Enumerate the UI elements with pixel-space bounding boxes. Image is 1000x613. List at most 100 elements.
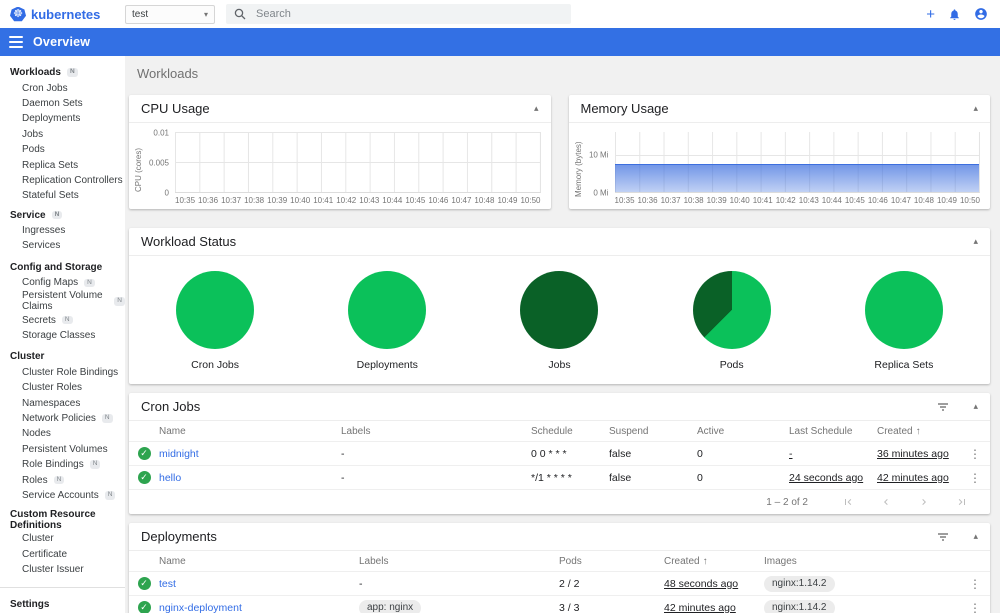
sidebar-item[interactable]: Roles N xyxy=(0,472,125,487)
menu-hamburger-icon[interactable] xyxy=(9,36,23,48)
pie-label: Pods xyxy=(719,359,744,371)
sidebar-item-label: Config Maps xyxy=(22,277,79,289)
pie-chart[interactable] xyxy=(520,271,599,349)
sidebar-item[interactable]: Workloads N xyxy=(0,65,125,80)
sidebar-item[interactable]: Persistent Volumes xyxy=(0,442,125,457)
kubernetes-logo[interactable]: ☸ kubernetes xyxy=(0,6,125,22)
sidebar-item[interactable]: Cluster xyxy=(0,531,125,546)
sidebar-item[interactable]: Cluster Role Bindings xyxy=(0,365,125,380)
sidebar-item[interactable]: Cron Jobs xyxy=(0,80,125,95)
sidebar-item[interactable]: Nodes xyxy=(0,426,125,441)
sidebar-item[interactable]: Role Bindings N xyxy=(0,457,125,472)
collapse-chevron-icon[interactable]: ▴ xyxy=(973,237,978,246)
cell-schedule: */1 * * * * xyxy=(531,471,572,484)
sidebar-footer-item[interactable]: Settings xyxy=(0,594,125,613)
notifications-bell-icon[interactable] xyxy=(948,8,961,21)
sidebar-item[interactable]: Ingresses xyxy=(0,223,125,238)
filter-icon[interactable] xyxy=(937,402,949,412)
sort-ascending-icon: ↑ xyxy=(702,555,708,567)
deployment-name-link[interactable]: test xyxy=(159,578,176,590)
first-page-icon[interactable] xyxy=(842,496,854,508)
sidebar-item[interactable]: Jobs xyxy=(0,127,125,142)
sidebar-item[interactable]: Storage Classes xyxy=(0,328,125,343)
col-labels[interactable]: Labels xyxy=(359,556,559,567)
filter-icon[interactable] xyxy=(937,532,949,542)
cell-active: 0 xyxy=(697,471,703,484)
namespaced-indicator-badge: N xyxy=(89,460,101,469)
x-tick: 10:41 xyxy=(313,196,334,205)
cron-job-name-link[interactable]: midnight xyxy=(159,448,199,460)
pie-chart[interactable] xyxy=(348,271,427,349)
create-resource-plus-icon[interactable]: + xyxy=(926,7,935,22)
col-created[interactable]: Created ↑ xyxy=(877,426,960,437)
pie-chart[interactable] xyxy=(864,271,943,349)
col-name[interactable]: Name xyxy=(159,426,341,437)
cron-job-name-link[interactable]: hello xyxy=(159,472,181,484)
sidebar-item[interactable]: Config Maps N xyxy=(0,275,125,290)
namespaced-indicator-badge: N xyxy=(114,297,125,306)
col-suspend[interactable]: Suspend xyxy=(609,426,697,437)
memory-chart: Memory (bytes) 10 Mi 0 Mi 10:35 10:36 10… xyxy=(569,123,991,207)
col-labels[interactable]: Labels xyxy=(341,426,531,437)
collapse-chevron-icon[interactable]: ▴ xyxy=(973,532,978,541)
deployments-table-header: Name Labels Pods Created ↑ Images xyxy=(129,551,990,572)
collapse-chevron-icon[interactable]: ▴ xyxy=(534,104,539,113)
x-tick: 10:43 xyxy=(359,196,380,205)
sidebar-item[interactable]: Daemon Sets xyxy=(0,96,125,111)
cron-job-row: ✓ hello - */1 * * * * false 0 24 seconds… xyxy=(129,466,990,490)
sidebar-item-label: Cluster Issuer xyxy=(22,564,84,576)
search-box[interactable] xyxy=(226,4,571,24)
pie-chart[interactable] xyxy=(176,271,255,349)
next-page-icon[interactable] xyxy=(918,496,930,508)
sidebar-item[interactable]: Cluster Issuer xyxy=(0,562,125,577)
sidebar-item[interactable]: Deployments xyxy=(0,111,125,126)
col-name[interactable]: Name xyxy=(159,556,359,567)
col-pods[interactable]: Pods xyxy=(559,556,664,567)
namespace-selector[interactable]: test ▾ xyxy=(125,4,215,24)
col-images[interactable]: Images xyxy=(764,556,960,567)
sidebar-item[interactable]: Service Accounts N xyxy=(0,488,125,503)
sidebar-item[interactable]: Services xyxy=(0,238,125,253)
sidebar-item[interactable]: Network Policies N xyxy=(0,411,125,426)
cell-suspend: false xyxy=(609,447,632,460)
sidebar-item[interactable]: Persistent Volume Claims N xyxy=(0,290,125,312)
search-input[interactable] xyxy=(256,8,563,20)
sidebar-item-label: Secrets xyxy=(22,314,56,326)
sidebar-item[interactable]: Stateful Sets xyxy=(0,188,125,203)
col-created[interactable]: Created ↑ xyxy=(664,556,764,567)
sidebar-item[interactable]: Secrets N xyxy=(0,312,125,327)
sidebar-item[interactable]: Replication Controllers xyxy=(0,173,125,188)
x-tick: 10:46 xyxy=(867,196,888,205)
account-user-icon[interactable] xyxy=(974,7,988,21)
row-menu-icon[interactable]: ⋮ xyxy=(960,601,990,613)
collapse-chevron-icon[interactable]: ▴ xyxy=(973,104,978,113)
sidebar-item[interactable]: Service N xyxy=(0,208,125,223)
sidebar-item-label: Persistent Volumes xyxy=(22,443,108,455)
pie-chart[interactable] xyxy=(692,271,771,349)
cron-jobs-table-body: ✓ midnight - 0 0 * * * false 0 - 36 minu… xyxy=(129,442,990,490)
sidebar-item[interactable]: Replica Sets xyxy=(0,157,125,172)
col-active[interactable]: Active xyxy=(697,426,789,437)
col-last-schedule[interactable]: Last Schedule xyxy=(789,426,877,437)
deployment-name-link[interactable]: nginx-deployment xyxy=(159,602,242,613)
cpu-y-axis-label: CPU (cores) xyxy=(134,147,143,192)
memory-y-axis-label: Memory (bytes) xyxy=(573,141,583,198)
previous-page-icon[interactable] xyxy=(880,496,892,508)
sidebar-item[interactable]: Namespaces xyxy=(0,395,125,410)
sidebar-item[interactable]: Pods xyxy=(0,142,125,157)
x-tick: 10:42 xyxy=(775,196,796,205)
image-chip: nginx:1.14.2 xyxy=(764,575,835,592)
sidebar-item-label: Cron Jobs xyxy=(22,82,68,94)
status-ok-icon: ✓ xyxy=(137,447,151,460)
collapse-chevron-icon[interactable]: ▴ xyxy=(973,402,978,411)
sidebar-item[interactable]: Cluster Roles xyxy=(0,380,125,395)
sidebar-item[interactable]: Certificate xyxy=(0,547,125,562)
x-tick: 10:44 xyxy=(821,196,842,205)
col-schedule[interactable]: Schedule xyxy=(531,426,609,437)
last-page-icon[interactable] xyxy=(956,496,968,508)
row-menu-icon[interactable]: ⋮ xyxy=(960,577,990,591)
row-menu-icon[interactable]: ⋮ xyxy=(960,471,990,485)
row-menu-icon[interactable]: ⋮ xyxy=(960,447,990,461)
cron-job-row: ✓ midnight - 0 0 * * * false 0 - 36 minu… xyxy=(129,442,990,466)
sidebar-item-label: Service Accounts xyxy=(22,489,99,501)
